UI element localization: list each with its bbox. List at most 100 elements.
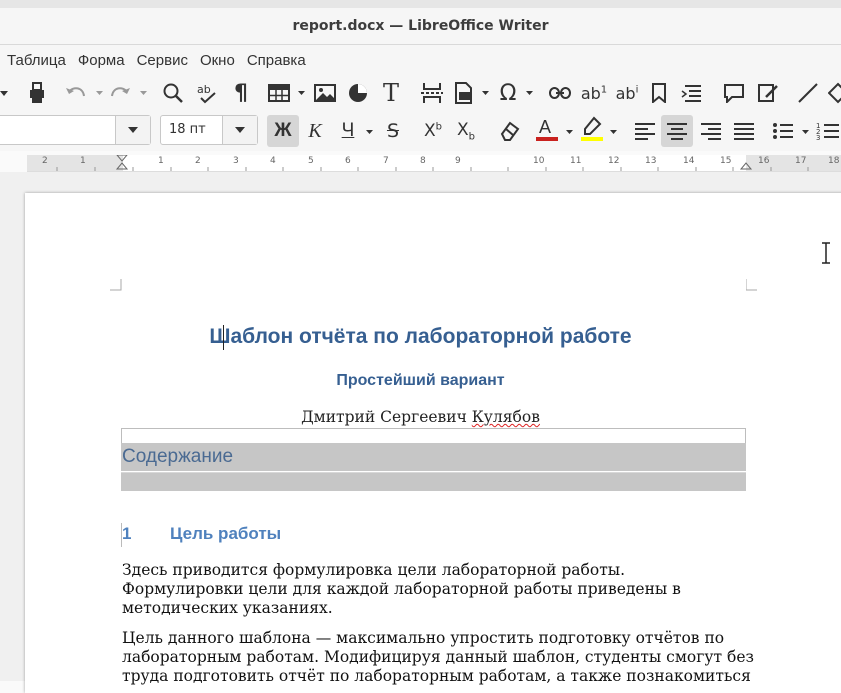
align-center-icon[interactable] — [661, 115, 693, 147]
toc-heading-field[interactable]: Содержание — [121, 443, 746, 471]
window-title: report.docx — LibreOffice Writer — [292, 18, 549, 34]
highlight-color-icon[interactable] — [579, 116, 605, 142]
horizontal-ruler[interactable]: 2 1 1 2 3 4 5 6 7 8 9 10 11 12 13 14 15 … — [27, 155, 841, 172]
align-right-icon[interactable] — [698, 118, 724, 144]
document-title[interactable]: Шаблон отчёта по лабораторной работе — [0, 325, 841, 349]
bold-label: Ж — [274, 120, 292, 141]
menu-help[interactable]: Справка — [240, 52, 311, 69]
chevron-down-icon[interactable] — [115, 116, 150, 144]
section-number[interactable]: 1 — [122, 524, 131, 544]
mouse-ibeam-cursor-icon — [822, 242, 830, 264]
align-left-icon[interactable] — [632, 118, 658, 144]
formatting-marks-icon[interactable]: ¶ — [228, 80, 254, 106]
text-line: Здесь приводится формулировка цели лабор… — [122, 561, 626, 579]
svg-text:3: 3 — [816, 134, 820, 141]
section-heading[interactable]: Цель работы — [170, 524, 281, 544]
footnote-icon[interactable]: ab1 — [581, 80, 607, 106]
justify-icon[interactable] — [731, 118, 757, 144]
cross-reference-icon[interactable] — [679, 80, 705, 106]
subscript-icon[interactable]: Xb — [453, 118, 479, 144]
document-author[interactable]: Дмитрий Сергеевич Кулябов — [0, 408, 841, 426]
menu-table[interactable]: Таблица — [0, 52, 71, 69]
svg-text:ab: ab — [197, 83, 211, 96]
italic-button[interactable]: К — [302, 118, 328, 144]
numbered-list-icon[interactable]: 123 — [815, 118, 841, 144]
chevron-down-icon[interactable] — [0, 89, 8, 97]
menu-window[interactable]: Окно — [193, 52, 240, 69]
field-dropdown-icon[interactable] — [481, 89, 489, 97]
endnote-icon[interactable]: abi — [614, 80, 640, 106]
ruler-label: 18 — [828, 156, 840, 166]
ruler-label: 14 — [683, 156, 695, 166]
ruler-label: 1 — [158, 156, 164, 166]
font-size-box[interactable]: 18 пт — [160, 115, 258, 145]
table-of-contents[interactable]: Содержание — [121, 428, 746, 491]
text-line: лабораторным работам. Модифицируя данный… — [122, 648, 754, 666]
toc-entries-field[interactable] — [121, 472, 746, 491]
menu-bar: Таблица Форма Сервис Окно Справка — [0, 45, 841, 76]
title-bar: report.docx — LibreOffice Writer — [0, 8, 841, 45]
insert-field-icon[interactable] — [450, 80, 476, 106]
font-size-value: 18 пт — [169, 122, 206, 137]
spelling-icon[interactable]: ab — [194, 80, 220, 106]
insert-table-icon[interactable] — [266, 80, 292, 106]
ruler-label: 17 — [795, 156, 807, 166]
toc-top-border — [121, 428, 746, 443]
special-char-dropdown-icon[interactable] — [525, 89, 533, 97]
redo-dropdown-icon[interactable] — [139, 89, 147, 97]
ruler-label: 3 — [233, 156, 239, 166]
superscript-icon[interactable]: Xb — [420, 118, 446, 144]
ruler-label: 10 — [533, 156, 545, 166]
redo-icon[interactable] — [107, 80, 133, 106]
undo-icon[interactable] — [63, 80, 89, 106]
ruler-label: 9 — [455, 156, 461, 166]
bold-button[interactable]: Ж — [267, 115, 299, 147]
menu-form[interactable]: Форма — [71, 52, 130, 69]
text-line: труда подготовить отчёт по лабораторным … — [122, 667, 751, 685]
special-character-icon[interactable]: Ω — [495, 80, 521, 106]
author-first-name: Дмитрий Сергеевич — [301, 408, 472, 426]
bullet-list-icon[interactable] — [770, 118, 796, 144]
ruler-label: 11 — [570, 156, 582, 166]
paragraph-goal[interactable]: Здесь приводится формулировка цели лабор… — [122, 561, 747, 618]
table-dropdown-icon[interactable] — [297, 89, 305, 97]
bookmark-icon[interactable] — [646, 80, 672, 106]
paragraph-template-purpose[interactable]: Цель данного шаблона — максимально упрос… — [122, 629, 754, 686]
comment-icon[interactable] — [721, 80, 747, 106]
page-break-icon[interactable] — [419, 80, 445, 106]
menu-tools[interactable]: Сервис — [130, 52, 193, 69]
clone-formatting-icon[interactable] — [24, 80, 50, 106]
bullet-dropdown-icon[interactable] — [801, 128, 809, 136]
document-subtitle[interactable]: Простейший вариант — [0, 372, 841, 390]
line-icon[interactable] — [795, 80, 821, 106]
insert-chart-icon[interactable] — [345, 80, 371, 106]
chevron-down-icon[interactable] — [222, 116, 257, 144]
italic-label: К — [308, 119, 322, 142]
font-color-dropdown-icon[interactable] — [565, 128, 573, 136]
hyperlink-icon[interactable] — [547, 80, 573, 106]
strikethrough-icon[interactable]: S — [380, 118, 406, 144]
highlight-dropdown-icon[interactable] — [609, 128, 617, 136]
track-changes-icon[interactable] — [755, 80, 781, 106]
find-replace-icon[interactable] — [160, 80, 186, 106]
shapes-icon[interactable] — [825, 80, 841, 106]
underline-button[interactable]: Ч — [335, 118, 361, 144]
ruler-label: 12 — [608, 156, 620, 166]
text-line: методических указаниях. — [122, 599, 333, 617]
ruler-label: 16 — [758, 156, 770, 166]
paragraph-style-box[interactable] — [0, 115, 151, 145]
clear-formatting-icon[interactable] — [496, 118, 522, 144]
underline-label: Ч — [341, 120, 355, 141]
insert-textbox-icon[interactable]: T — [378, 79, 404, 107]
text-line: Цель данного шаблона — максимально упрос… — [122, 629, 725, 647]
insert-image-icon[interactable] — [312, 80, 338, 106]
underline-dropdown-icon[interactable] — [365, 128, 373, 136]
standard-toolbar: ab ¶ T Ω ab1 abi — [0, 75, 841, 111]
ruler-label: 8 — [420, 156, 426, 166]
ruler-ticks — [56, 155, 809, 171]
crop-mark-left — [110, 279, 122, 291]
font-color-icon[interactable]: A — [534, 116, 560, 142]
ruler-label: 4 — [270, 156, 276, 166]
ruler-label: 2 — [42, 156, 48, 166]
undo-dropdown-icon[interactable] — [95, 89, 103, 97]
